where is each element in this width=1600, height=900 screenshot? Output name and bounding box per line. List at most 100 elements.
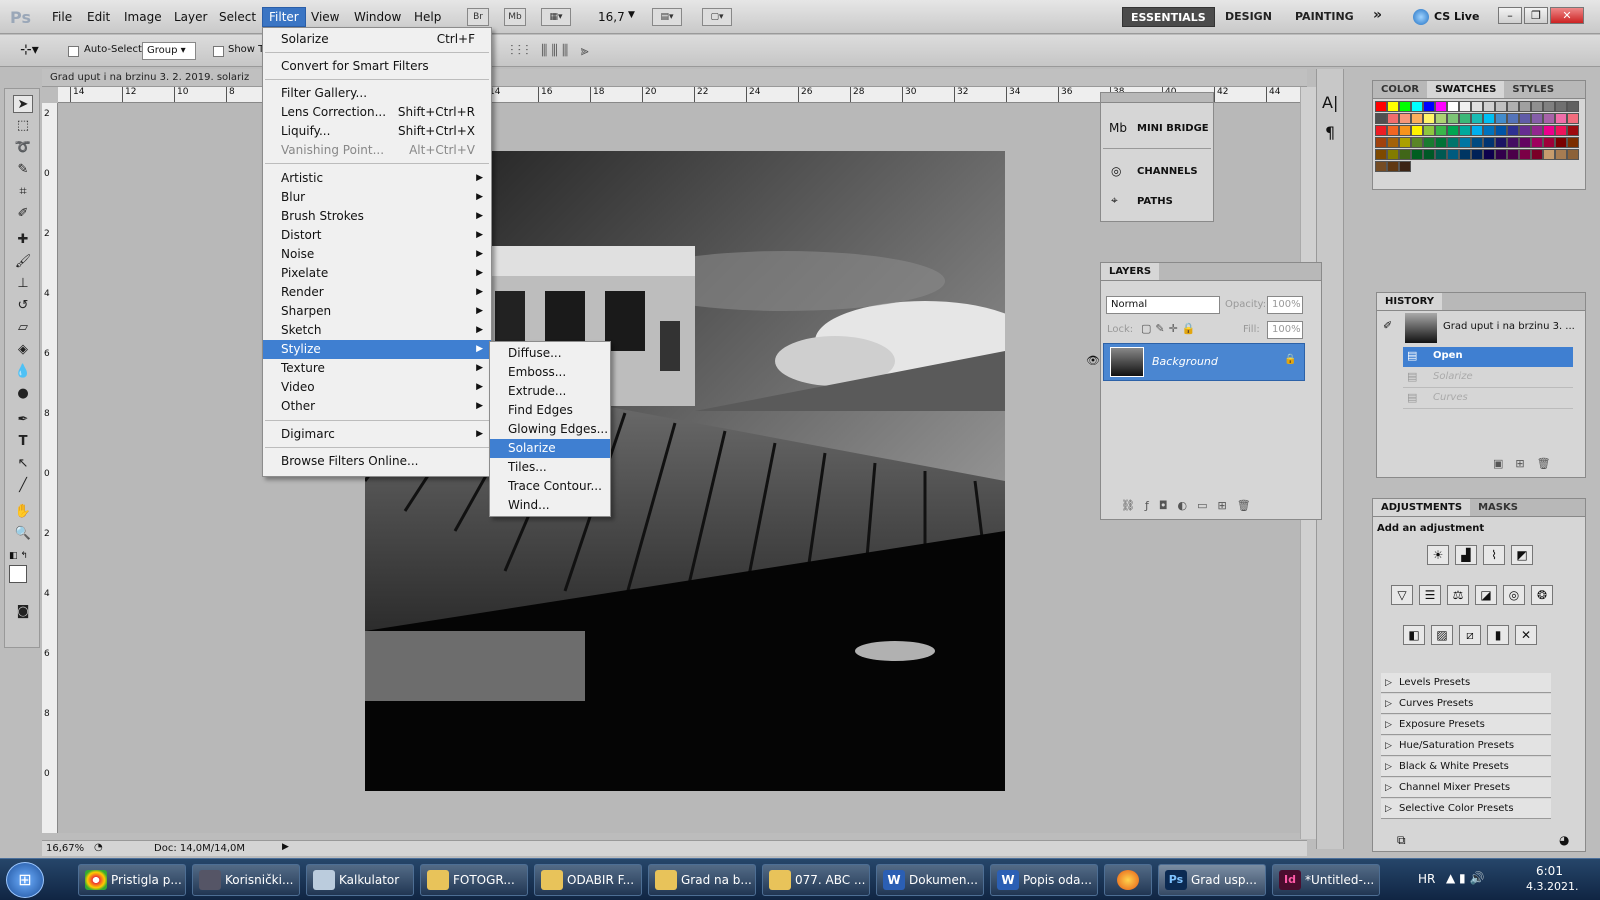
submenu-video[interactable]: Video ▶ xyxy=(263,378,491,397)
status-info-icon[interactable]: ◔ xyxy=(94,842,103,853)
marquee-tool-icon[interactable]: ⬚ xyxy=(13,117,33,135)
color-swatch[interactable] xyxy=(1411,149,1423,160)
preset-hue-saturation[interactable]: Hue/Saturation Presets xyxy=(1381,736,1551,756)
preset-channel-mixer[interactable]: Channel Mixer Presets xyxy=(1381,778,1551,798)
color-swatch[interactable] xyxy=(1423,113,1435,124)
menu-file[interactable]: File xyxy=(52,10,72,24)
styles-tab[interactable]: STYLES xyxy=(1504,81,1562,98)
color-swatch[interactable] xyxy=(1459,125,1471,136)
menu-filter[interactable]: Filter xyxy=(262,7,306,27)
color-swatch[interactable] xyxy=(1423,125,1435,136)
layers-tab[interactable]: LAYERS xyxy=(1101,263,1160,280)
color-swatch[interactable] xyxy=(1507,113,1519,124)
color-swatch[interactable] xyxy=(1411,125,1423,136)
status-menu-arrow-icon[interactable]: ▶ xyxy=(282,842,289,852)
color-swatch[interactable] xyxy=(1495,125,1507,136)
menu-window[interactable]: Window xyxy=(354,10,401,24)
foreground-color-swatch[interactable] xyxy=(9,565,27,583)
taskbar-chrome[interactable]: Pristigla p... xyxy=(78,864,186,896)
color-swatch[interactable] xyxy=(1411,113,1423,124)
channel-mixer-icon[interactable]: ❂ xyxy=(1531,585,1553,605)
brush-tool-icon[interactable]: 🖌 xyxy=(13,253,33,271)
paint-bucket-tool-icon[interactable]: ◈ xyxy=(13,341,33,359)
posterize-icon[interactable]: ▨ xyxy=(1431,625,1453,645)
color-swatch[interactable] xyxy=(1471,125,1483,136)
color-swatch[interactable] xyxy=(1483,125,1495,136)
color-swatch[interactable] xyxy=(1555,137,1567,148)
convert-smart-filters[interactable]: Convert for Smart Filters xyxy=(263,57,491,76)
color-swatch[interactable] xyxy=(1435,149,1447,160)
stylize-glowing-edges[interactable]: Glowing Edges... xyxy=(490,420,610,439)
lens-correction[interactable]: Lens Correction... Shift+Ctrl+R xyxy=(263,103,491,122)
color-swatch[interactable] xyxy=(1387,137,1399,148)
liquify[interactable]: Liquify... Shift+Ctrl+X xyxy=(263,122,491,141)
clock-time[interactable]: 6:01 xyxy=(1536,864,1563,878)
color-swatch[interactable] xyxy=(1531,137,1543,148)
taskbar-indesign[interactable]: Id *Untitled-... xyxy=(1272,864,1380,896)
preset-black-white[interactable]: Black & White Presets xyxy=(1381,757,1551,777)
close-button[interactable]: ✕ xyxy=(1550,7,1584,24)
color-swatch[interactable] xyxy=(1507,137,1519,148)
taskbar-users[interactable]: Korisnički... xyxy=(192,864,300,896)
menu-image[interactable]: Image xyxy=(124,10,162,24)
color-swatch[interactable] xyxy=(1399,137,1411,148)
hand-tool-icon[interactable]: ✋ xyxy=(13,503,33,521)
color-swatch[interactable] xyxy=(1375,125,1387,136)
menu-edit[interactable]: Edit xyxy=(87,10,110,24)
color-swatch[interactable] xyxy=(1447,125,1459,136)
history-step-solarize[interactable]: ▤ Solarize xyxy=(1403,368,1573,388)
color-swatch[interactable] xyxy=(1435,113,1447,124)
menu-layer[interactable]: Layer xyxy=(174,10,207,24)
color-swatch[interactable] xyxy=(1423,149,1435,160)
color-swatch[interactable] xyxy=(1375,137,1387,148)
color-swatch[interactable] xyxy=(1531,101,1543,112)
photo-filter-icon[interactable]: ◎ xyxy=(1503,585,1525,605)
color-swatch[interactable] xyxy=(1495,137,1507,148)
restore-button[interactable]: ❐ xyxy=(1524,7,1548,24)
color-swatch[interactable] xyxy=(1507,125,1519,136)
color-swatch[interactable] xyxy=(1543,149,1555,160)
color-swatch[interactable] xyxy=(1531,125,1543,136)
launch-bridge-button[interactable]: Br xyxy=(467,8,489,26)
color-swatch[interactable] xyxy=(1567,125,1579,136)
taskbar-folder-odabir[interactable]: ODABIR F... xyxy=(534,864,642,896)
color-swatch[interactable] xyxy=(1375,149,1387,160)
more-workspaces-icon[interactable]: » xyxy=(1365,4,1390,24)
color-swatch[interactable] xyxy=(1567,149,1579,160)
eyedropper-tool-icon[interactable]: ✐ xyxy=(13,205,33,223)
stylize-wind[interactable]: Wind... xyxy=(490,496,610,515)
show-transform-checkbox[interactable] xyxy=(213,44,224,57)
submenu-other[interactable]: Other ▶ xyxy=(263,397,491,416)
masks-tab[interactable]: MASKS xyxy=(1470,499,1526,516)
quick-mask-icon[interactable]: ◙ xyxy=(13,603,33,621)
color-balance-icon[interactable]: ⚖ xyxy=(1447,585,1469,605)
color-swatch[interactable] xyxy=(1447,113,1459,124)
opacity-input[interactable]: 100% xyxy=(1267,296,1303,314)
history-brush-source-icon[interactable]: ✐ xyxy=(1383,319,1392,332)
submenu-noise[interactable]: Noise ▶ xyxy=(263,245,491,264)
stylize-extrude[interactable]: Extrude... xyxy=(490,382,610,401)
shape-tool-icon[interactable]: ╱ xyxy=(13,477,33,495)
color-swatch[interactable] xyxy=(1399,125,1411,136)
crop-tool-icon[interactable]: ⌗ xyxy=(13,183,33,201)
color-swatch[interactable] xyxy=(1543,101,1555,112)
stylize-find-edges[interactable]: Find Edges xyxy=(490,401,610,420)
color-tab[interactable]: COLOR xyxy=(1373,81,1427,98)
color-swatch[interactable] xyxy=(1495,113,1507,124)
black-white-icon[interactable]: ◪ xyxy=(1475,585,1497,605)
document-tab[interactable]: Grad uput i na brzinu 3. 2. 2019. solari… xyxy=(42,69,1307,87)
color-swatch[interactable] xyxy=(1387,113,1399,124)
submenu-sharpen[interactable]: Sharpen ▶ xyxy=(263,302,491,321)
color-swatch[interactable] xyxy=(1543,113,1555,124)
stylize-tiles[interactable]: Tiles... xyxy=(490,458,610,477)
start-button[interactable]: ⊞ xyxy=(6,862,44,898)
cs-live-button[interactable]: CS Live xyxy=(1434,10,1479,23)
vibrance-icon[interactable]: ▽ xyxy=(1391,585,1413,605)
submenu-blur[interactable]: Blur ▶ xyxy=(263,188,491,207)
mini-bridge-button[interactable]: MINI BRIDGE xyxy=(1137,123,1209,134)
color-swatch[interactable] xyxy=(1423,137,1435,148)
color-swatch[interactable] xyxy=(1459,101,1471,112)
color-swatch[interactable] xyxy=(1555,149,1567,160)
color-swatch[interactable] xyxy=(1459,113,1471,124)
invert-icon[interactable]: ◧ xyxy=(1403,625,1425,645)
